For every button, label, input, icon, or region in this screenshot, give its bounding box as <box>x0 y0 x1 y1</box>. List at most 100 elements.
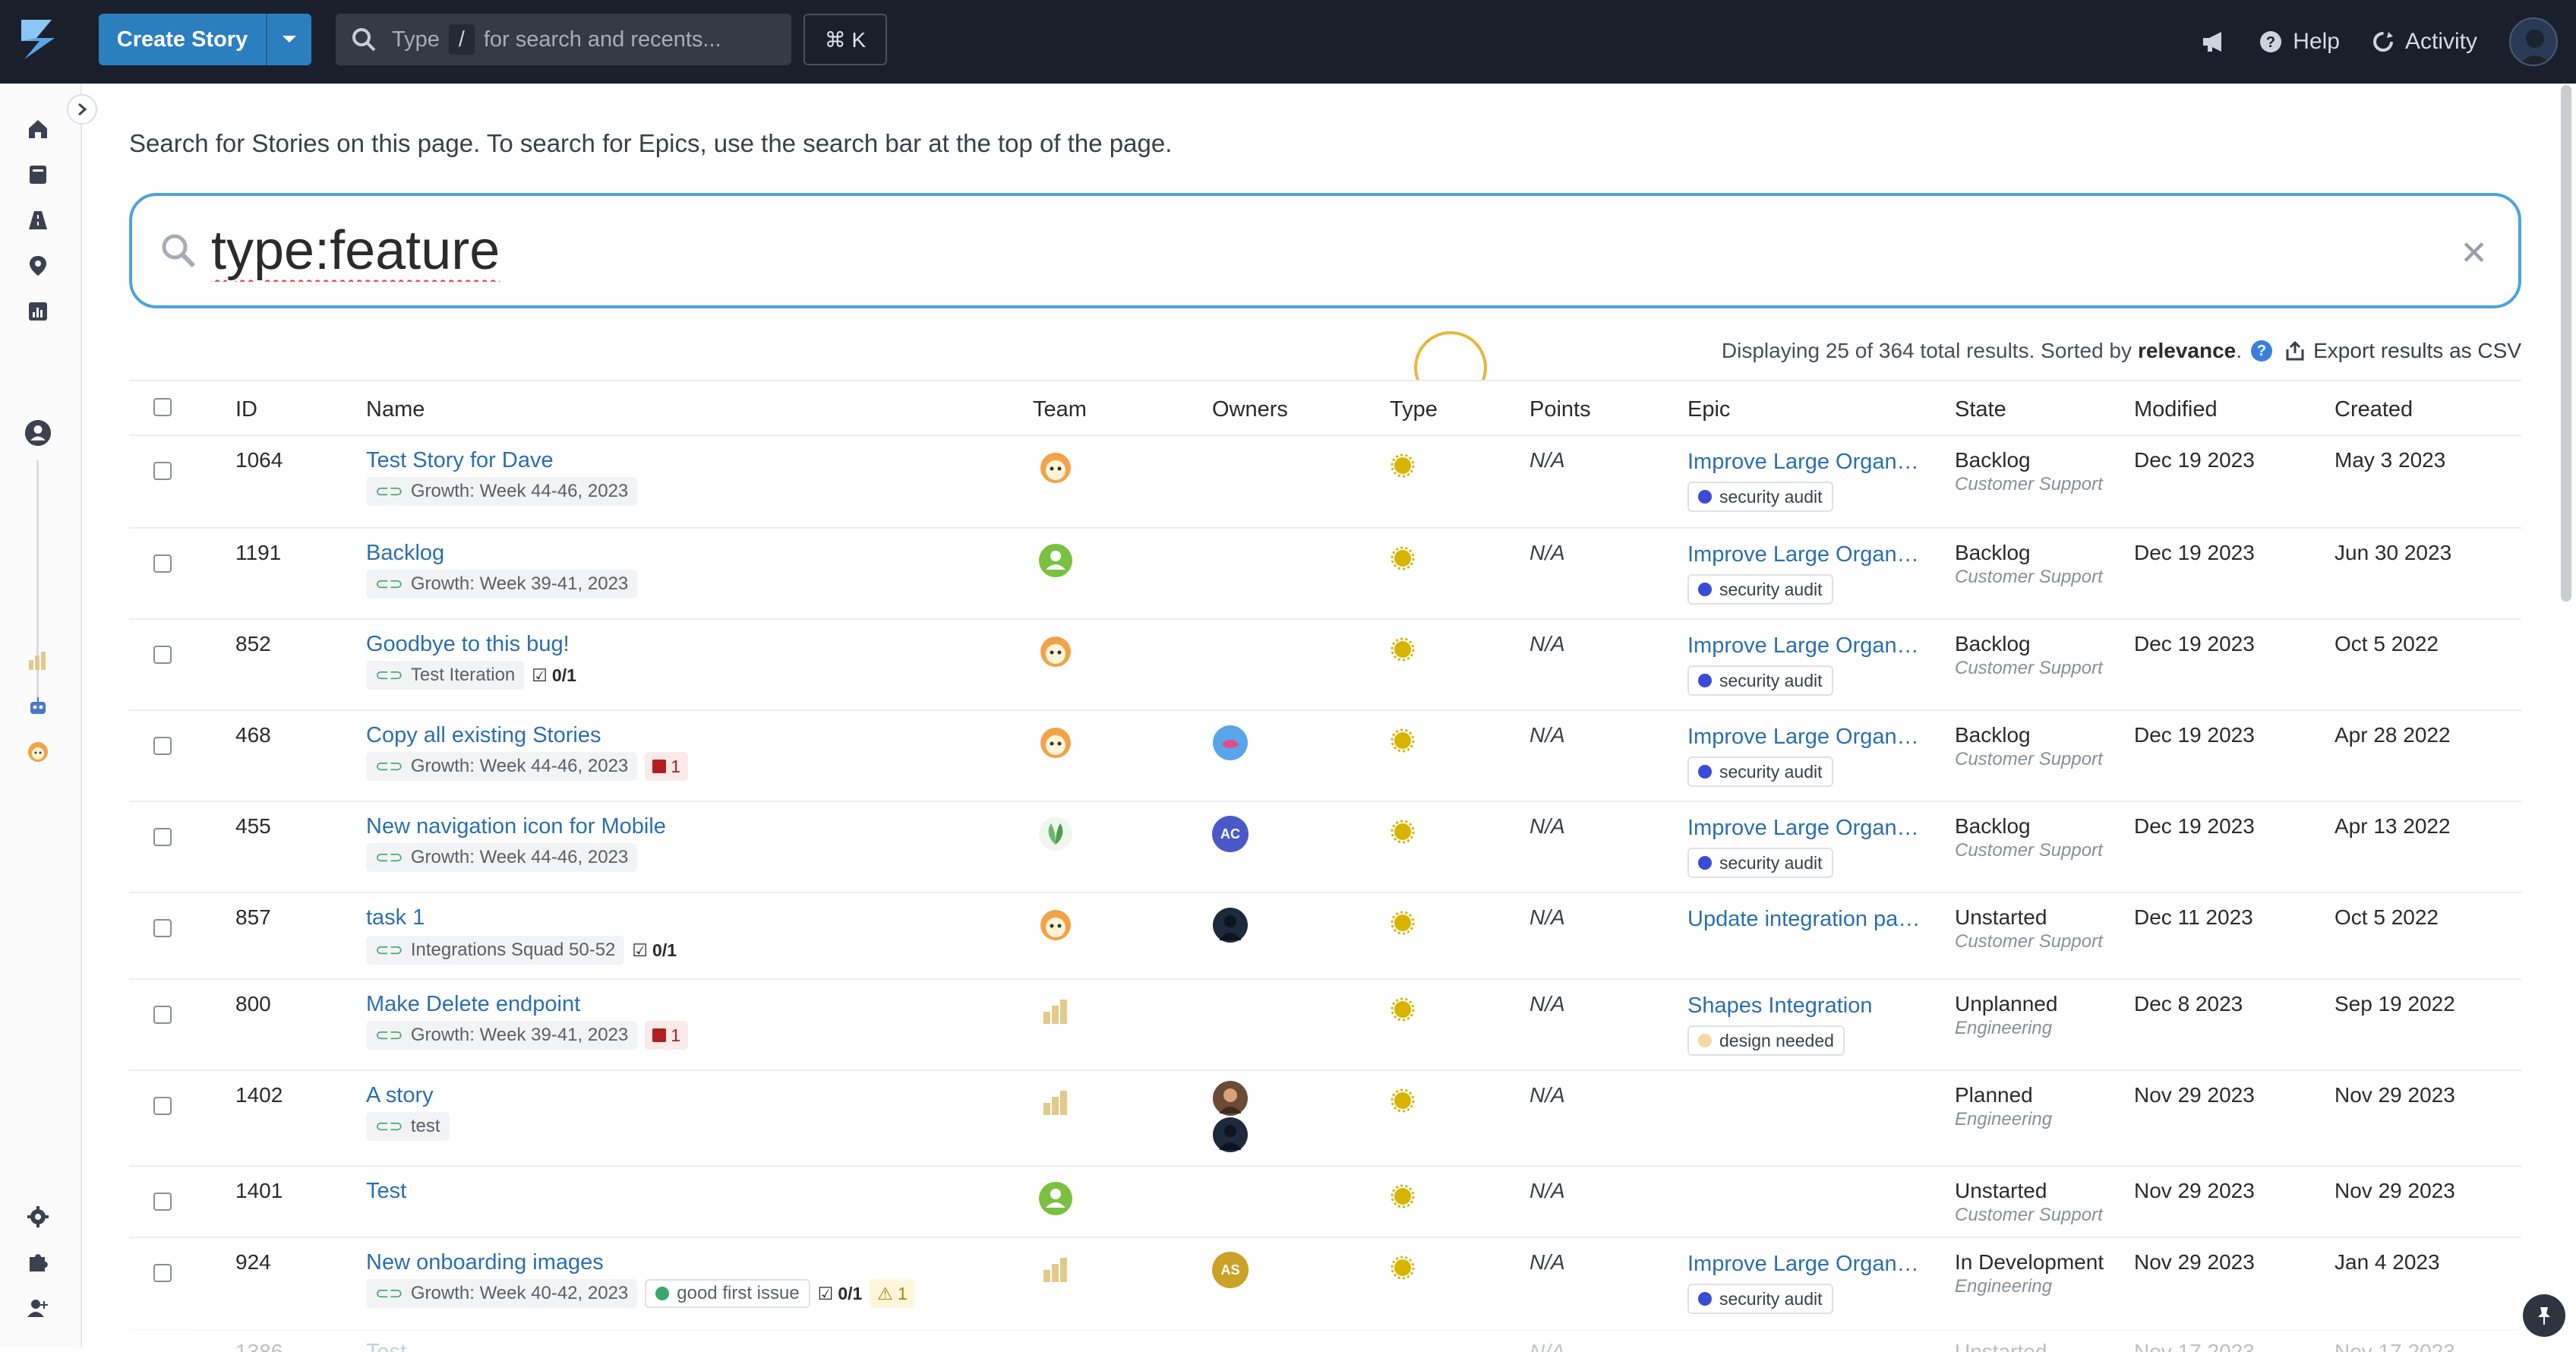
epic-link[interactable]: Shapes Integration <box>1687 993 1923 1019</box>
row-checkbox[interactable] <box>153 1192 172 1211</box>
sort-help-icon[interactable]: ? <box>2251 340 2272 362</box>
create-options-caret-icon[interactable] <box>266 14 311 65</box>
roadmap-icon[interactable] <box>24 207 52 234</box>
settings-gear-icon[interactable] <box>24 1203 52 1230</box>
story-name-link[interactable]: Make Delete endpoint <box>366 992 580 1017</box>
iteration-tag[interactable]: ⊂⊃Growth: Week 44-46, 2023 <box>366 843 637 872</box>
column-header-epic[interactable]: Epic <box>1687 397 1730 422</box>
state-label[interactable]: Backlog <box>1955 723 2031 747</box>
team-robot-icon[interactable] <box>24 693 52 720</box>
label-chip[interactable]: security audit <box>1687 757 1833 787</box>
epic-link[interactable]: Update integration pag... <box>1687 907 1923 932</box>
owner-avatar[interactable] <box>1212 725 1249 761</box>
team-users-icon[interactable] <box>1037 542 1074 579</box>
pin-button[interactable] <box>2523 1294 2565 1337</box>
epic-link[interactable]: Improve Large Organiz... <box>1687 725 1923 750</box>
row-checkbox[interactable] <box>153 554 172 573</box>
team-users-icon[interactable] <box>1037 1180 1074 1217</box>
team-growth-icon[interactable] <box>1037 1085 1074 1121</box>
column-header-points[interactable]: Points <box>1530 397 1591 422</box>
epic-link[interactable]: Improve Large Organiz... <box>1687 633 1923 659</box>
story-name-link[interactable]: Goodbye to this bug! <box>366 632 570 657</box>
state-label[interactable]: Planned <box>1955 1083 2033 1107</box>
column-header-owners[interactable]: Owners <box>1212 397 1288 422</box>
table-row[interactable]: 857 task 1 ⊂⊃Integrations Squad 50-52 ☑0… <box>129 892 2521 978</box>
epic-link[interactable]: Improve Large Organiz... <box>1687 450 1923 475</box>
row-checkbox[interactable] <box>153 1097 172 1115</box>
state-label[interactable]: In Development <box>1955 1250 2104 1275</box>
clear-search-icon[interactable]: ✕ <box>2460 234 2488 273</box>
story-name-link[interactable]: Backlog <box>366 541 444 566</box>
iteration-tag[interactable]: ⊂⊃Growth: Week 40-42, 2023 <box>366 1279 637 1308</box>
state-label[interactable]: Backlog <box>1955 448 2031 472</box>
location-pin-icon[interactable] <box>24 252 52 280</box>
state-label[interactable]: Backlog <box>1955 814 2031 839</box>
iteration-tag[interactable]: ⊂⊃Test Iteration <box>366 661 524 690</box>
team-growth-icon[interactable] <box>24 647 52 674</box>
team-mascot-icon[interactable] <box>1037 725 1074 761</box>
reports-icon[interactable] <box>24 298 52 325</box>
iteration-tag[interactable]: ⊂⊃Integrations Squad 50-52 <box>366 936 624 965</box>
owner-avatar[interactable]: AS <box>1212 1252 1249 1288</box>
story-name-link[interactable]: Test Story for Dave <box>366 448 554 473</box>
epic-link[interactable]: Improve Large Organiz... <box>1687 542 1923 567</box>
column-header-team[interactable]: Team <box>1033 397 1087 422</box>
state-label[interactable]: Unstarted <box>1955 1179 2047 1203</box>
row-checkbox[interactable] <box>153 919 172 937</box>
row-checkbox[interactable] <box>153 828 172 846</box>
column-header-created[interactable]: Created <box>2334 397 2413 422</box>
announcements-button[interactable] <box>2202 30 2227 53</box>
label-chip[interactable]: security audit <box>1687 482 1833 512</box>
select-all-checkbox[interactable] <box>153 398 172 416</box>
integrations-puzzle-icon[interactable] <box>24 1249 52 1276</box>
story-name-link[interactable]: Test <box>366 1340 406 1352</box>
team-mascot-icon[interactable] <box>24 738 52 766</box>
table-row[interactable]: 852 Goodbye to this bug! ⊂⊃Test Iteratio… <box>129 618 2521 709</box>
label-chip[interactable]: security audit <box>1687 848 1833 878</box>
state-label[interactable]: Backlog <box>1955 541 2031 565</box>
owner-avatar[interactable]: AC <box>1212 816 1249 852</box>
home-icon[interactable] <box>24 115 52 143</box>
team-growth-icon[interactable] <box>1037 993 1074 1030</box>
story-search-box[interactable]: ✕ <box>129 193 2521 308</box>
table-row[interactable]: 455 New navigation icon for Mobile ⊂⊃Gro… <box>129 801 2521 892</box>
command-palette-button[interactable]: ⌘ K <box>803 14 887 65</box>
sidebar-expand-toggle[interactable] <box>67 94 97 125</box>
state-label[interactable]: Unplanned <box>1955 992 2057 1016</box>
row-checkbox[interactable] <box>153 462 172 480</box>
owner-avatar[interactable] <box>1212 907 1249 943</box>
iteration-tag[interactable]: ⊂⊃Growth: Week 44-46, 2023 <box>366 752 637 781</box>
create-story-button[interactable]: Create Story <box>99 14 311 65</box>
table-row[interactable]: 1402 A story ⊂⊃test N/A Planned Engineer… <box>129 1069 2521 1165</box>
epic-link[interactable]: Improve Large Organiz... <box>1687 816 1923 841</box>
team-mascot-icon[interactable] <box>1037 633 1074 670</box>
story-name-link[interactable]: Copy all existing Stories <box>366 723 601 748</box>
owner-avatar[interactable] <box>1212 1080 1249 1117</box>
iteration-tag[interactable]: ⊂⊃Growth: Week 39-41, 2023 <box>366 570 637 599</box>
team-mascot-icon[interactable] <box>1037 450 1074 486</box>
table-row[interactable]: 924 New onboarding images ⊂⊃Growth: Week… <box>129 1237 2521 1329</box>
team-leaf-icon[interactable] <box>1037 816 1074 852</box>
story-name-link[interactable]: Test <box>366 1179 406 1204</box>
story-name-link[interactable]: task 1 <box>366 905 425 930</box>
label-chip[interactable]: security audit <box>1687 1284 1833 1314</box>
iteration-tag[interactable]: ⊂⊃Growth: Week 44-46, 2023 <box>366 477 637 506</box>
iteration-tag[interactable]: ⊂⊃test <box>366 1112 450 1141</box>
row-checkbox[interactable] <box>153 1264 172 1282</box>
table-row[interactable]: 1191 Backlog ⊂⊃Growth: Week 39-41, 2023 … <box>129 527 2521 618</box>
shortcut-logo-icon[interactable] <box>14 15 62 64</box>
row-checkbox[interactable] <box>153 1006 172 1024</box>
stories-icon[interactable] <box>24 161 52 188</box>
state-label[interactable]: Backlog <box>1955 632 2031 656</box>
column-header-id[interactable]: ID <box>235 397 257 422</box>
table-row[interactable]: 1401 Test N/A Unstarted Customer Support… <box>129 1165 2521 1237</box>
table-row[interactable]: 1064 Test Story for Dave ⊂⊃Growth: Week … <box>129 434 2521 527</box>
team-growth-icon[interactable] <box>1037 1252 1074 1288</box>
label-chip[interactable]: good first issue <box>645 1279 810 1308</box>
global-search-box[interactable]: Type / for search and recents... <box>336 14 791 65</box>
label-chip[interactable]: design needed <box>1687 1025 1845 1056</box>
activity-button[interactable]: Activity <box>2372 29 2477 55</box>
column-header-name[interactable]: Name <box>366 397 425 422</box>
row-checkbox[interactable] <box>153 646 172 664</box>
iteration-tag[interactable]: ⊂⊃Growth: Week 39-41, 2023 <box>366 1021 637 1050</box>
